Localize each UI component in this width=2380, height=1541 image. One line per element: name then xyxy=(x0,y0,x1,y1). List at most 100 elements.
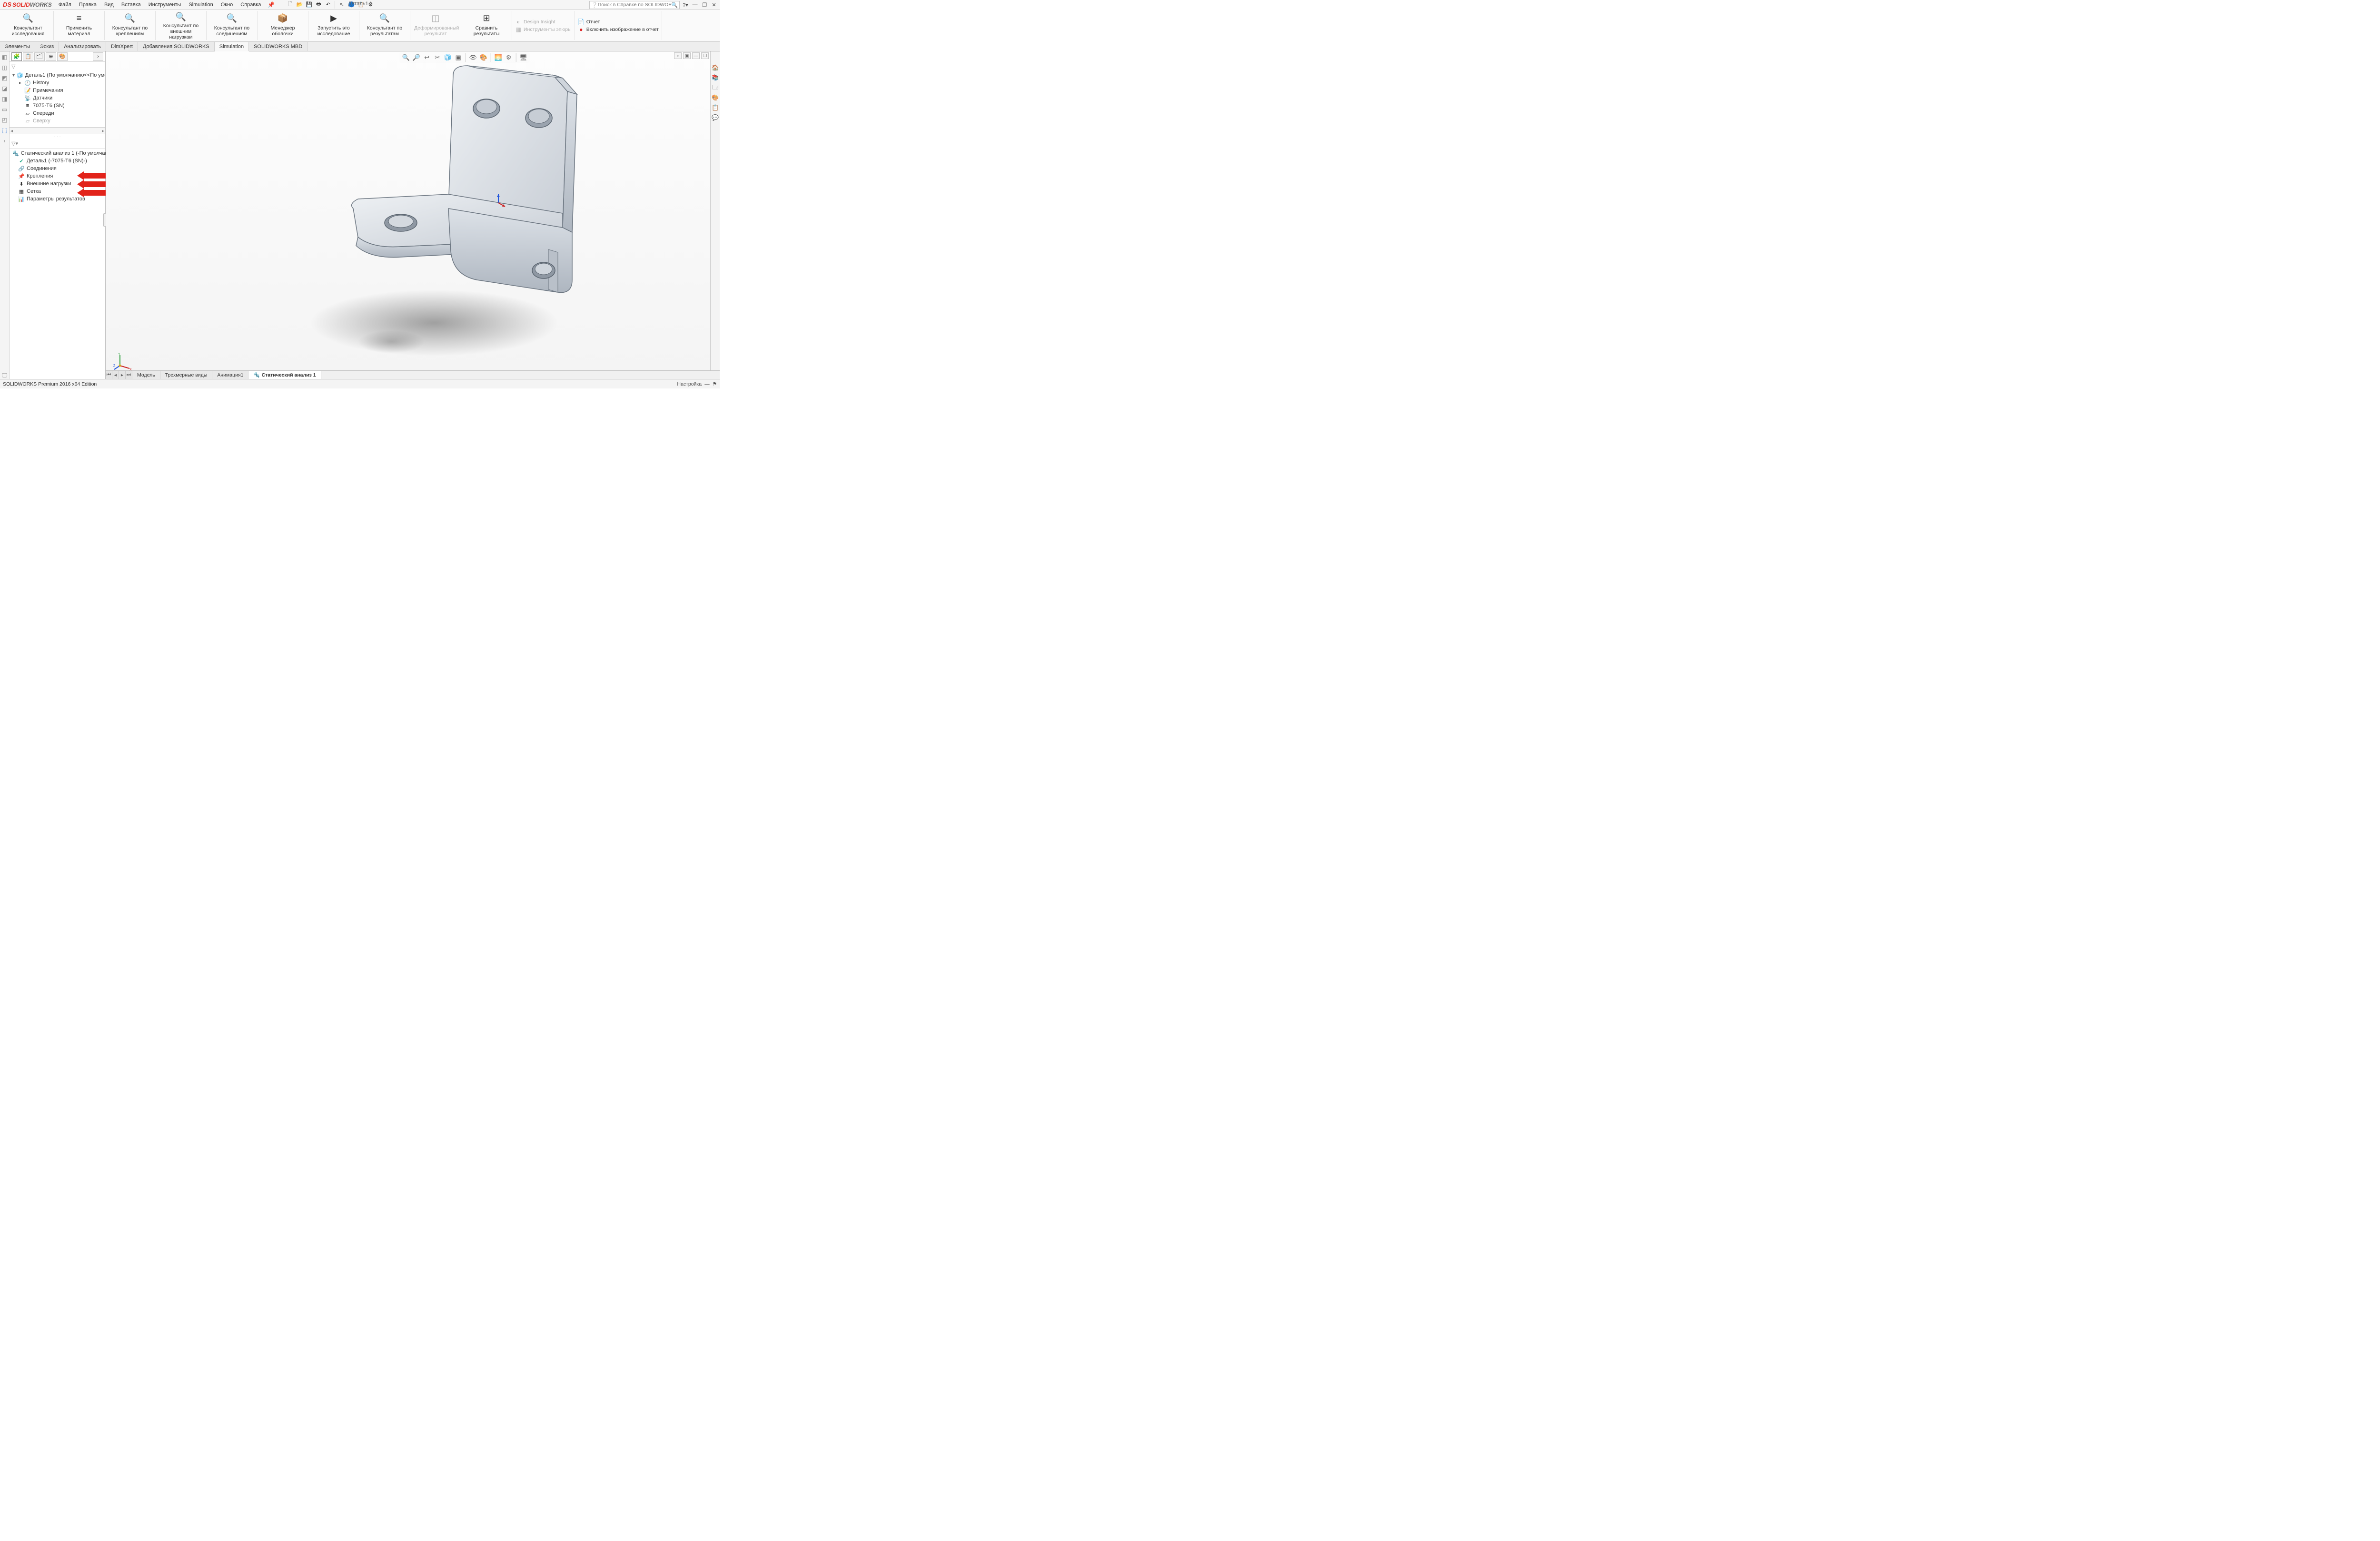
menu-file[interactable]: Файл xyxy=(55,1,75,9)
menu-insert[interactable]: Вставка xyxy=(118,1,145,9)
main-area: ◧ ◫ ◩ ◪ ◨ ▭ ◰ ⬚ ‹ 🖵 🧩 📋 🗂 ⊕ 🎨 › ▽ ▾🧊Дета… xyxy=(0,51,720,379)
lt-icon-3[interactable]: ◩ xyxy=(1,74,9,82)
tab-dimxpert[interactable]: DimXpert xyxy=(106,42,138,51)
tab-sketch[interactable]: Эскиз xyxy=(35,42,59,51)
close-icon[interactable]: ✕ xyxy=(710,1,718,9)
sim-filter-icon[interactable]: ▽▾ xyxy=(11,140,18,147)
tab-simulation[interactable]: Simulation xyxy=(215,42,249,51)
ribbon-fixtures-advisor[interactable]: 🔍 Консультант по креплениям xyxy=(105,11,156,40)
select-icon[interactable]: ↖ xyxy=(337,0,346,9)
nav-next-icon[interactable]: ▸ xyxy=(119,371,126,379)
tp-appearance-icon[interactable]: 🎨 xyxy=(712,94,719,101)
btab-3dviews[interactable]: Трехмерные виды xyxy=(160,371,213,379)
ribbon-report[interactable]: 📄Отчет xyxy=(578,19,659,25)
sim-root[interactable]: 🔩Статический анализ 1 (-По умолчанию-) xyxy=(10,149,104,157)
panel-tab-more[interactable]: › xyxy=(93,52,103,61)
btab-animation[interactable]: Анимация1 xyxy=(212,371,248,379)
panel-tab-appearance[interactable]: 🎨 xyxy=(57,52,68,61)
ribbon-compare-results[interactable]: ⊞ Сравнить результаты xyxy=(461,11,512,40)
lt-icon-5[interactable]: ◨ xyxy=(1,95,9,103)
tree-annotations[interactable]: 📝Примечания xyxy=(10,87,104,94)
ribbon-include-image[interactable]: ●Включить изображение в отчет xyxy=(578,26,659,33)
lt-icon-9[interactable]: ‹ xyxy=(1,137,9,145)
tree-root[interactable]: ▾🧊Деталь1 (По умолчанию<<По умол... xyxy=(10,71,104,79)
vp-max-icon[interactable]: ❐ xyxy=(701,52,709,59)
vp-btn-2[interactable]: ▣ xyxy=(683,52,691,59)
tree-material[interactable]: ≡7075-T6 (SN) xyxy=(10,102,104,109)
material-icon: ≡ xyxy=(73,12,85,24)
help-search-input[interactable] xyxy=(598,2,672,8)
ribbon-results-advisor[interactable]: 🔍 Консультант по результатам xyxy=(359,11,410,40)
btab-static-study[interactable]: 🔩Статический анализ 1 xyxy=(248,371,321,379)
menu-simulation[interactable]: Simulation xyxy=(185,1,217,9)
ribbon-run-study[interactable]: ▶ Запустить это исследование xyxy=(308,11,359,40)
document-title: Деталь1 * xyxy=(348,1,372,7)
menu-edit[interactable]: Правка xyxy=(75,1,100,9)
filter-icon[interactable]: ▽ xyxy=(11,63,15,70)
menu-help[interactable]: Справка xyxy=(237,1,265,9)
results-icon: 🔍 xyxy=(378,12,391,24)
tab-addins[interactable]: Добавления SOLIDWORKS xyxy=(138,42,215,51)
ribbon-study-advisor[interactable]: 🔍 Консультант исследования xyxy=(3,11,54,40)
panel-tab-feature-tree[interactable]: 🧩 xyxy=(11,52,22,61)
nav-first-icon[interactable]: ⏮ xyxy=(106,371,112,379)
sim-part[interactable]: ✔Деталь1 (-7075-T6 (SN)-) xyxy=(10,157,104,165)
tp-view-icon[interactable]: 🗔 xyxy=(712,84,719,91)
ribbon-shell-manager[interactable]: 📦 Менеджер оболочки xyxy=(258,11,308,40)
sim-connections[interactable]: 🔗Соединения xyxy=(10,165,104,172)
panel-tab-dim[interactable]: ⊕ xyxy=(46,52,56,61)
tp-props-icon[interactable]: 📋 xyxy=(712,104,719,111)
tree-history[interactable]: ▸🕘History xyxy=(10,79,104,87)
undo-icon[interactable]: ↶ xyxy=(324,0,332,9)
status-flag-icon[interactable]: ⚑ xyxy=(713,381,717,387)
lt-icon-6[interactable]: ▭ xyxy=(1,106,9,113)
lt-icon-7[interactable]: ◰ xyxy=(1,116,9,124)
new-icon[interactable]: 🗋 xyxy=(286,0,294,9)
open-icon[interactable]: 📂 xyxy=(295,0,304,9)
vp-btn-1[interactable]: ▫ xyxy=(674,52,682,59)
pin-icon[interactable]: 📌 xyxy=(268,1,275,8)
panel-tab-config[interactable]: 🗂 xyxy=(34,52,45,61)
lt-icon-8[interactable]: ⬚ xyxy=(1,127,9,134)
tree-top-plane[interactable]: ▱Сверху xyxy=(10,117,104,125)
panel-resize-grip[interactable]: · · · xyxy=(10,134,105,139)
search-icon[interactable]: 🔍 xyxy=(671,2,678,8)
menu-tools[interactable]: Инструменты xyxy=(145,1,185,9)
minimize-icon[interactable]: — xyxy=(691,1,699,9)
lt-icon-1[interactable]: ◧ xyxy=(1,53,9,61)
graphics-viewport[interactable]: 🔍 🔎 ↩ ✂ 🧊 ▣ 👁 🎨 🌅 ⚙ 🖥 ▫ ▣ — ❐ ✕ xyxy=(106,51,720,379)
panel-tab-property[interactable]: 📋 xyxy=(23,52,33,61)
help-dropdown-icon[interactable]: ?▾ xyxy=(682,1,689,9)
print-icon[interactable]: 🖶 xyxy=(314,0,323,9)
tree-sensors[interactable]: 📡Датчики xyxy=(10,94,104,102)
tab-evaluate[interactable]: Анализировать xyxy=(59,42,106,51)
nav-last-icon[interactable]: ⏭ xyxy=(126,371,132,379)
status-custom[interactable]: Настройка xyxy=(677,381,702,387)
tab-mbd[interactable]: SOLIDWORKS MBD xyxy=(249,42,307,51)
menu-view[interactable]: Вид xyxy=(100,1,118,9)
save-icon[interactable]: 💾 xyxy=(305,0,313,9)
help-search[interactable]: ❔ 🔍 xyxy=(589,1,680,9)
sim-result-options[interactable]: 📊Параметры результатов xyxy=(10,195,104,203)
vp-min-icon[interactable]: — xyxy=(692,52,700,59)
lt-icon-2[interactable]: ◫ xyxy=(1,64,9,71)
tree-front-plane[interactable]: ▱Спереди xyxy=(10,109,104,117)
ribbon-apply-material[interactable]: ≡ Применить материал xyxy=(54,11,105,40)
filter-row: ▽ xyxy=(10,62,105,70)
ribbon-loads-advisor[interactable]: 🔍 Консультант по внешним нагрузкам xyxy=(156,11,207,40)
restore-icon[interactable]: ❐ xyxy=(701,1,708,9)
tp-forum-icon[interactable]: 💬 xyxy=(712,114,719,121)
include-image-icon: ● xyxy=(578,26,585,33)
tp-home-icon[interactable]: 🏠 xyxy=(712,64,719,71)
lt-icon-4[interactable]: ◪ xyxy=(1,85,9,92)
tp-library-icon[interactable]: 📚 xyxy=(712,74,719,81)
ribbon-connections-advisor[interactable]: 🔍 Консультант по соединениям xyxy=(207,11,258,40)
tab-features[interactable]: Элементы xyxy=(0,42,35,51)
sim-part-icon: ✔ xyxy=(18,158,25,164)
btab-model[interactable]: Модель xyxy=(132,371,160,379)
menu-window[interactable]: Окно xyxy=(217,1,237,9)
logo-works: WORKS xyxy=(30,1,52,8)
lt-monitor-icon[interactable]: 🖵 xyxy=(1,371,9,379)
nav-prev-icon[interactable]: ◂ xyxy=(112,371,119,379)
tree-scrollbar[interactable]: ◂▸ xyxy=(10,128,105,134)
